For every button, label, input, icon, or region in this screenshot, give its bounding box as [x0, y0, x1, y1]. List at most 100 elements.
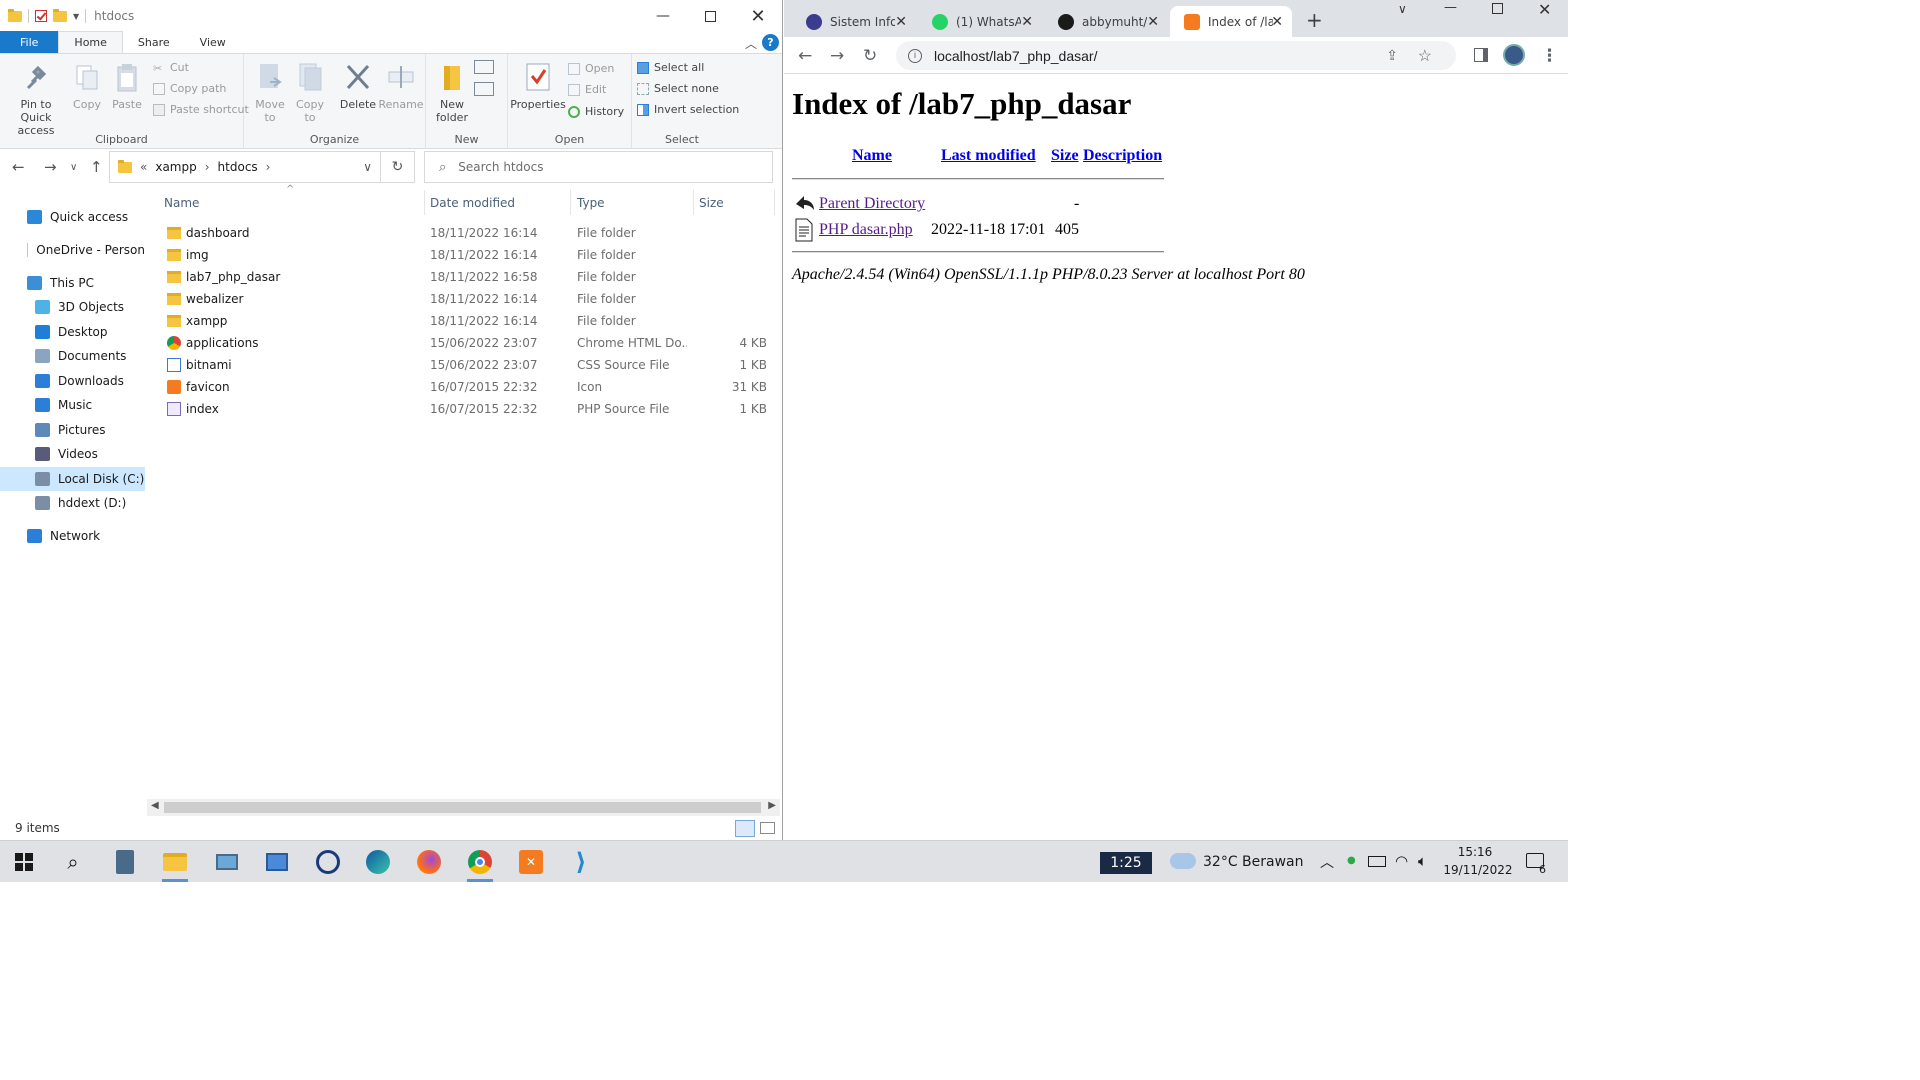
edge-taskbar-button[interactable]	[363, 847, 393, 877]
address-dropdown-icon[interactable]: ∨	[363, 160, 372, 174]
breadcrumb-xampp[interactable]: xampp	[155, 160, 196, 174]
edit-button[interactable]: Edit	[568, 83, 606, 96]
new-item-button[interactable]	[474, 60, 494, 74]
start-button[interactable]	[9, 847, 39, 877]
tab-search-icon[interactable]: ∨	[1398, 2, 1407, 22]
scrollbar-thumb[interactable]	[164, 802, 761, 813]
back-button[interactable]: ←	[12, 158, 25, 176]
tab-view[interactable]: View	[185, 31, 241, 53]
nav-item[interactable]: Videos	[0, 442, 145, 466]
clock-time[interactable]: 15:16	[1445, 845, 1505, 859]
nav-item[interactable]: hddext (D:)	[0, 491, 145, 515]
column-header-size[interactable]: Size	[690, 190, 775, 215]
url-bar[interactable]: i localhost/lab7_php_dasar/ ⇪ ☆	[896, 41, 1456, 70]
xampp-taskbar-button[interactable]: ✕	[516, 847, 546, 877]
file-row[interactable]: webalizer 18/11/2022 16:14 File folder	[155, 288, 775, 310]
back-icon[interactable]: ←	[798, 46, 812, 66]
easy-access-button[interactable]	[474, 82, 494, 96]
sort-size-link[interactable]: Size	[1051, 147, 1079, 165]
minimize-button[interactable]: —	[640, 0, 686, 32]
browser-tab[interactable]: Index of /la ✕	[1170, 6, 1292, 37]
column-header-name[interactable]: Name	[155, 190, 425, 215]
bookmark-star-icon[interactable]: ☆	[1418, 46, 1432, 66]
nav-item[interactable]: Pictures	[0, 418, 145, 442]
file-row[interactable]: applications 15/06/2022 23:07 Chrome HTML …	[155, 332, 775, 354]
chevron-right-icon[interactable]: ›	[205, 160, 210, 174]
parent-directory-link[interactable]: Parent Directory	[819, 195, 925, 213]
help-icon[interactable]: ?	[762, 34, 779, 51]
copy-to-button[interactable]: Copy to	[290, 62, 330, 124]
close-tab-icon[interactable]: ✕	[1021, 14, 1033, 30]
copy-button[interactable]: Copy	[68, 62, 106, 111]
file-row[interactable]: img 18/11/2022 16:14 File folder	[155, 244, 775, 266]
paste-button[interactable]: Paste	[108, 62, 146, 111]
collapse-ribbon-icon[interactable]: ︿	[745, 35, 757, 52]
nav-item[interactable]: Documents	[0, 344, 145, 368]
cut-button[interactable]: ✂ Cut	[153, 61, 189, 75]
search-input[interactable]: ⌕ Search htdocs	[424, 151, 773, 183]
refresh-button[interactable]: ↻	[381, 151, 415, 183]
select-none-button[interactable]: Select none	[637, 82, 719, 95]
browser-tab[interactable]: (1) WhatsA ✕	[918, 6, 1042, 37]
show-hidden-icons-button[interactable]: ︿	[1320, 852, 1334, 872]
maximize-button[interactable]	[1492, 3, 1503, 14]
file-explorer-taskbar-button[interactable]	[160, 847, 190, 882]
volume-icon[interactable]: 🔈︎	[1418, 852, 1427, 870]
sort-modified-link[interactable]: Last modified	[941, 147, 1036, 165]
wifi-icon[interactable]: ◠	[1395, 852, 1408, 870]
column-header-type[interactable]: Type	[568, 190, 694, 215]
file-row[interactable]: bitnami 15/06/2022 23:07 CSS Source File 1 …	[155, 354, 775, 376]
share-icon[interactable]: ⇪	[1386, 47, 1398, 64]
file-row[interactable]: lab7_php_dasar 18/11/2022 16:58 File folde…	[155, 266, 775, 288]
close-tab-icon[interactable]: ✕	[1271, 14, 1283, 30]
horizontal-scrollbar[interactable]: ◀ ▶	[147, 799, 780, 816]
nav-item[interactable]: Desktop	[0, 320, 145, 344]
scroll-right-icon[interactable]: ▶	[768, 800, 776, 811]
sort-description-link[interactable]: Description	[1083, 147, 1162, 165]
close-tab-icon[interactable]: ✕	[895, 14, 907, 30]
browser-taskbar-button[interactable]	[313, 847, 343, 877]
clock-widget[interactable]: 1:25	[1100, 852, 1152, 874]
search-button[interactable]: ⌕	[58, 847, 88, 877]
nav-item[interactable]: Downloads	[0, 369, 145, 393]
nav-item[interactable]: OneDrive - Person	[0, 238, 145, 262]
maximize-button[interactable]	[687, 0, 733, 32]
tab-home[interactable]: Home	[58, 31, 123, 53]
browser-tab[interactable]: Sistem Info ✕	[792, 6, 916, 37]
customize-toolbar-icon[interactable]: ▼	[73, 12, 79, 21]
nav-item[interactable]: Network	[0, 524, 145, 548]
weather-text[interactable]: 32°C Berawan	[1203, 854, 1304, 870]
file-row[interactable]: xampp 18/11/2022 16:14 File folder	[155, 310, 775, 332]
network-status-icon[interactable]: ●	[1347, 855, 1356, 866]
vscode-taskbar-button[interactable]: ⟩	[566, 847, 596, 877]
calculator-taskbar-button[interactable]	[110, 847, 140, 877]
breadcrumb-overflow[interactable]: «	[140, 160, 147, 174]
forward-button[interactable]: →	[44, 158, 57, 176]
remote-desktop-taskbar-button[interactable]	[212, 847, 242, 877]
delete-button[interactable]: Delete	[336, 62, 380, 111]
file-row[interactable]: favicon 16/07/2015 22:32 Icon 31 KB	[155, 376, 775, 398]
move-to-button[interactable]: Move to	[250, 62, 290, 124]
minimize-button[interactable]: —	[1444, 0, 1457, 20]
nav-item[interactable]: Music	[0, 393, 145, 417]
pin-quick-access-button[interactable]: Pin to Quick access	[4, 62, 68, 137]
nav-item[interactable]: Quick access	[0, 205, 145, 229]
browser-tab[interactable]: abbymuht/✕	[1044, 6, 1168, 37]
php-file-link[interactable]: PHP dasar.php	[819, 221, 913, 239]
battery-icon[interactable]	[1368, 856, 1386, 867]
control-panel-taskbar-button[interactable]	[262, 847, 292, 877]
up-button[interactable]: ↑	[90, 158, 103, 176]
tab-file[interactable]: File	[0, 31, 59, 53]
file-row[interactable]: index 16/07/2015 22:32 PHP Source File 1 KB	[155, 398, 775, 420]
nav-item[interactable]: Local Disk (C:)	[0, 467, 145, 491]
history-button[interactable]: History	[568, 105, 624, 118]
clock-date[interactable]: 19/11/2022	[1443, 863, 1513, 877]
address-bar[interactable]: « xampp › htdocs › ∨	[109, 151, 381, 183]
tab-share[interactable]: Share	[123, 31, 185, 53]
sort-name-link[interactable]: Name	[852, 147, 892, 165]
site-info-icon[interactable]: i	[908, 48, 922, 63]
open-button[interactable]: Open	[568, 62, 614, 75]
rename-button[interactable]: Rename	[378, 62, 424, 111]
chrome-taskbar-button[interactable]	[465, 847, 495, 882]
chevron-right-icon[interactable]: ›	[266, 160, 271, 174]
